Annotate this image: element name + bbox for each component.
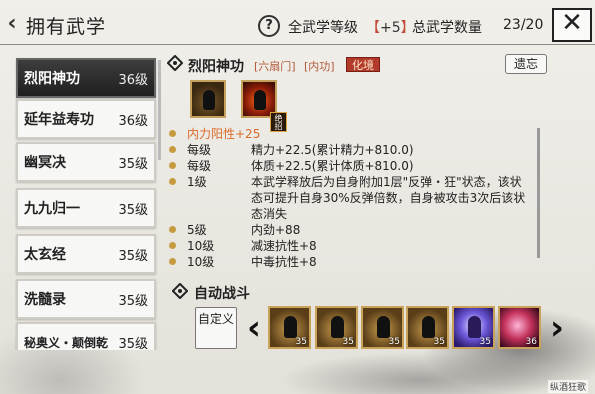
chevron-left-icon[interactable]: ‹ [244,308,264,350]
skill-list-item-level: 35级 [118,293,148,309]
skill-list-item[interactable]: 秘奥义・颠倒乾 35级 [16,322,156,350]
detail-scrollbar[interactable] [537,128,540,258]
skill-slot[interactable]: 35 [406,306,449,349]
type-tag: [内功] [304,60,335,73]
skill-list-item-name: 延年益寿功 [24,112,94,128]
skill-slot[interactable]: 36 [498,306,541,349]
skill-slot[interactable]: 35 [452,306,495,349]
bullet-icon [169,130,176,137]
skill-list-item-level: 35级 [118,156,148,172]
skill-list-item-level: 35级 [118,336,148,351]
skill-list-item-level: 36级 [118,113,148,129]
total-count-value: 23/20 [503,17,544,33]
skill-list-item[interactable]: 太玄经 35级 [16,234,156,274]
slot-level: 35 [433,337,445,347]
skill-list-scrollbar[interactable] [158,60,161,160]
chevron-right-icon[interactable]: › [547,308,567,350]
skill-detail-list: 内力阳性+25 每级 精力+22.5(累计精力+810.0) 每级 体质+22.… [163,126,543,268]
bullet-icon [169,226,176,233]
slot-level: 35 [295,337,307,347]
auto-battle-title: 自动战斗 [194,286,250,302]
meditation-icon [377,316,390,338]
skill-list-item-level: 36级 [118,72,148,88]
custom-button[interactable]: 自定义 [195,307,237,349]
skill-list-item-name: 九九归一 [24,201,80,217]
realm-badge: 化境 [346,57,380,72]
header-divider [0,44,595,45]
compass-icon [172,283,188,299]
page-title: 拥有武学 [26,16,107,38]
slot-level: 35 [388,337,400,347]
bullet-icon [169,146,176,153]
bullet-icon [169,258,176,265]
forget-button[interactable]: 遗忘 [505,54,547,74]
skill-list-item[interactable]: 洗髓录 35级 [16,279,156,319]
skill-slot[interactable]: 35 [315,306,358,349]
skill-slot[interactable]: 35 [361,306,404,349]
meditation-icon [284,316,297,338]
bullet-icon [169,162,176,169]
skill-list-item[interactable]: 幽冥决 35级 [16,142,156,182]
skill-list-item[interactable]: 九九归一 35级 [16,188,156,228]
slot-level: 35 [342,337,354,347]
bullet-icon [169,242,176,249]
skill-slot[interactable]: 35 [268,306,311,349]
skill-list: 烈阳神功 36级 延年益寿功 36级 幽冥决 35级 九九归一 35级 太玄经 … [12,54,160,350]
skill-list-item-level: 35级 [118,202,148,218]
meditation-icon [422,316,435,338]
meditation-icon [331,316,344,338]
close-icon[interactable]: ✕ [552,8,592,42]
skill-list-item-name: 烈阳神功 [24,71,80,87]
skill-title: 烈阳神功 [188,59,244,75]
total-level-label: 全武学等级 [288,20,358,36]
skill-list-item-name: 秘奥义・颠倒乾 [24,335,109,350]
watermark: 纵酒狂歌 [548,380,589,393]
compass-icon [167,55,183,71]
bullet-icon [169,178,176,185]
total-count-label: 总武学数量 [412,20,482,36]
meditation-skill-icon[interactable] [190,80,226,118]
slot-level: 35 [479,337,491,347]
question-icon[interactable]: ? [258,15,280,37]
skill-list-item-name: 幽冥决 [24,155,66,171]
sect-tag: [六扇门] [254,60,296,73]
back-arrow-icon[interactable]: ‹ [2,10,22,36]
total-level-value: 【+5】 [366,20,415,36]
slot-level: 36 [525,337,537,347]
skill-list-item-name: 洗髓录 [24,292,66,308]
meditation-icon [468,316,481,338]
skill-list-item-name: 太玄经 [24,247,66,263]
skill-list-item-level: 35级 [118,248,148,264]
skill-list-item[interactable]: 烈阳神功 36级 [16,58,156,98]
skill-list-item[interactable]: 延年益寿功 36级 [16,99,156,139]
header: ‹ 拥有武学 ? 全武学等级 【+5】 总武学数量 23/20 ✕ [0,0,595,48]
